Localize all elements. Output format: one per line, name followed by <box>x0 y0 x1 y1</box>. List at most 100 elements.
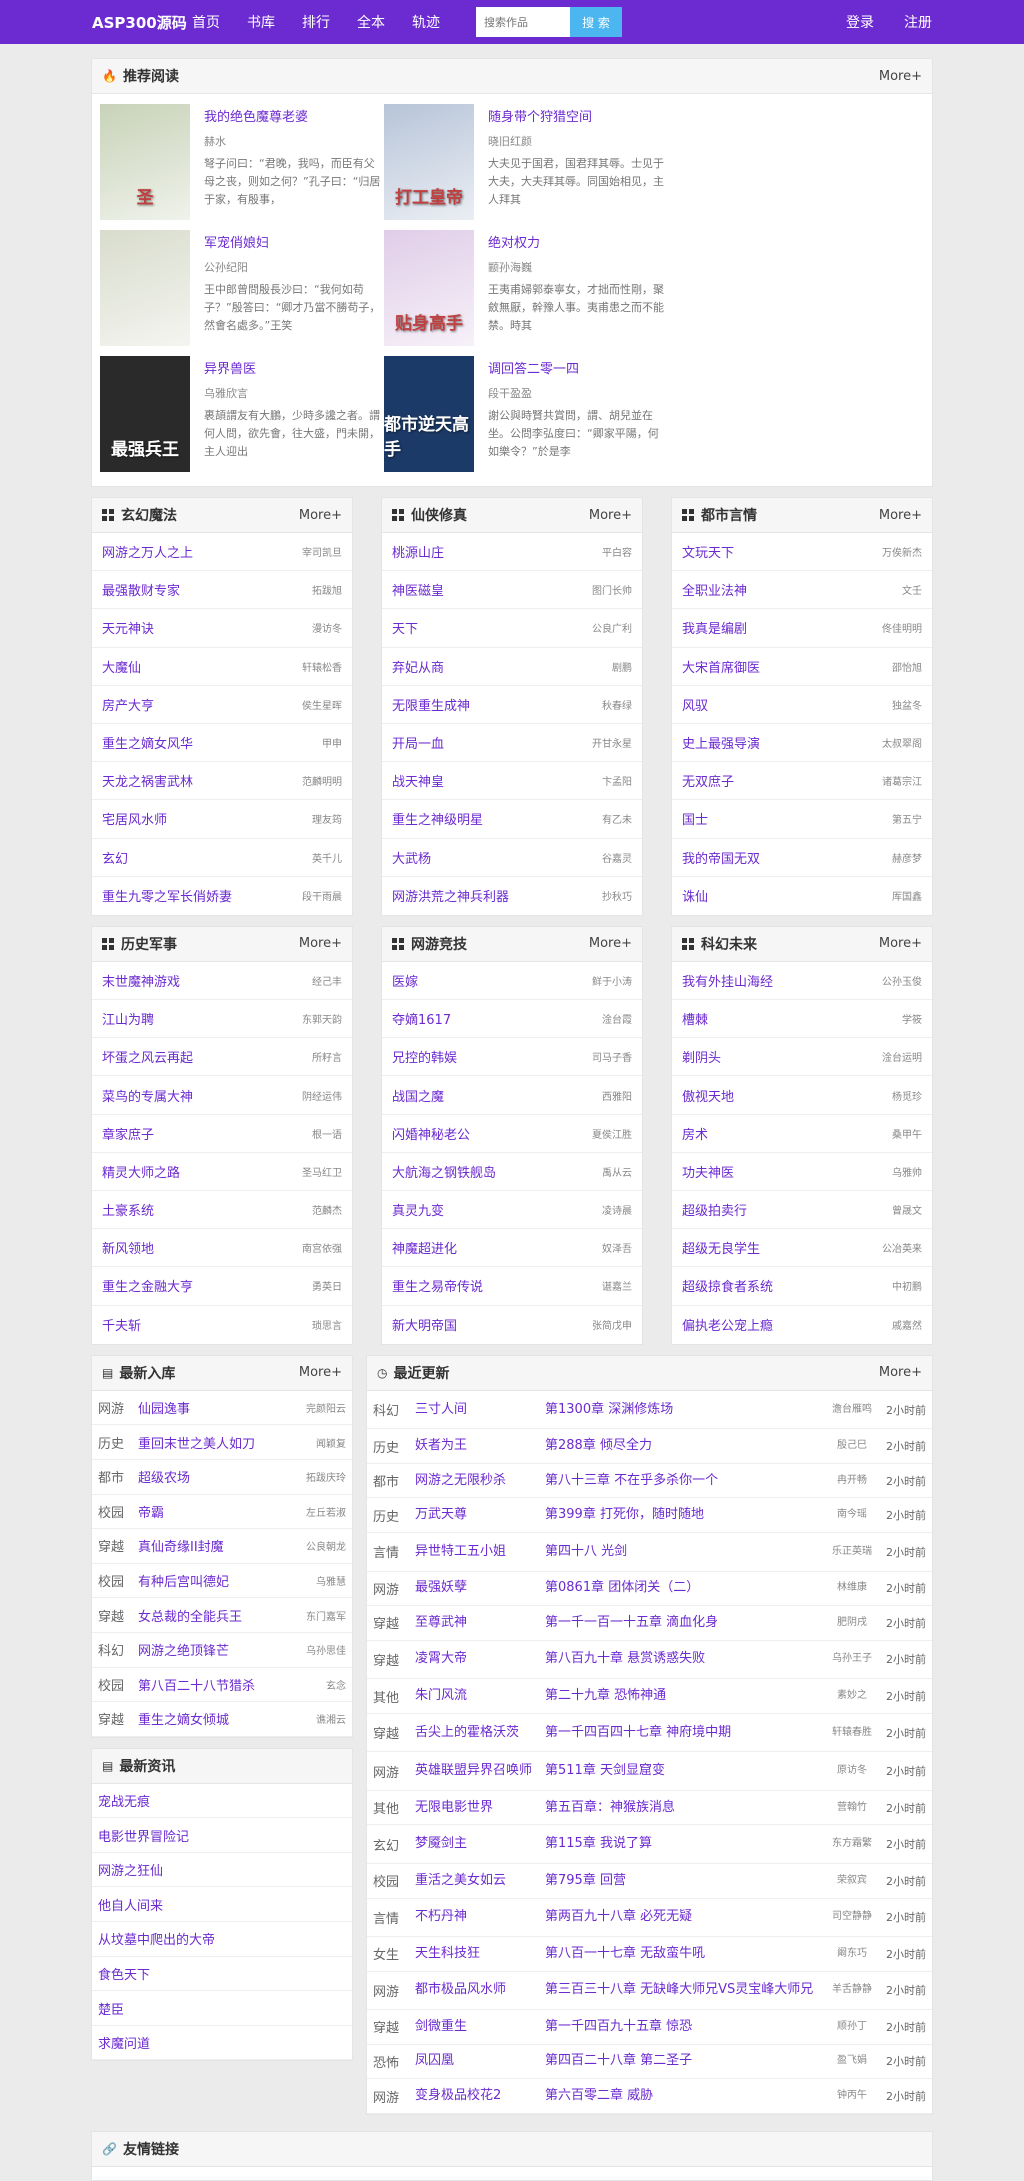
nav-history[interactable]: 轨迹 <box>412 12 440 32</box>
book-list-item[interactable]: 重生之金融大亨 勇英日 <box>92 1267 352 1306</box>
book-list-item[interactable]: 超级掠食者系统 中初鹏 <box>672 1267 932 1306</box>
chapter-link[interactable]: 第二十九章 恐怖神通 <box>545 1687 830 1705</box>
book-list-item[interactable]: 开局一血 开甘永星 <box>382 724 642 763</box>
book-list-item[interactable]: 房术 桑甲午 <box>672 1115 932 1153</box>
book-list-item[interactable]: 坏蛋之风云再起 所籽言 <box>92 1038 352 1077</box>
book-list-item[interactable]: 超级拍卖行 曾晟文 <box>672 1191 932 1230</box>
book-title-link[interactable]: 女总裁的全能兵王 <box>138 1606 242 1625</box>
book-cover[interactable]: 都市逆天高手 <box>384 356 474 472</box>
book-title-link[interactable]: 新风领地 <box>102 1238 154 1257</box>
book-title-link[interactable]: 仙园逸事 <box>138 1398 190 1417</box>
book-title-link[interactable]: 网游之无限秒杀 <box>415 1472 545 1490</box>
latest-row[interactable]: 穿越 女总裁的全能兵王 东门嘉军 <box>92 1598 352 1633</box>
book-title-link[interactable]: 真仙奇缘II封魔 <box>138 1536 224 1555</box>
login-link[interactable]: 登录 <box>846 12 874 32</box>
book-title-link[interactable]: 异世特工五小姐 <box>415 1543 545 1561</box>
chapter-link[interactable]: 第288章 倾尽全力 <box>545 1437 830 1455</box>
book-title-link[interactable]: 有种后宫叫德妃 <box>138 1571 229 1590</box>
updates-more-link[interactable]: More+ <box>879 1365 922 1380</box>
book-title-link[interactable]: 坏蛋之风云再起 <box>102 1047 193 1066</box>
news-link[interactable]: 宠战无痕 <box>92 1784 352 1819</box>
book-title-link[interactable]: 万武天尊 <box>415 1506 545 1524</box>
book-cover[interactable] <box>100 230 190 346</box>
book-title-link[interactable]: 大魔仙 <box>102 657 141 676</box>
book-title-link[interactable]: 玄幻 <box>102 848 128 867</box>
book-title-link[interactable]: 超级拍卖行 <box>682 1200 747 1219</box>
register-link[interactable]: 注册 <box>904 12 932 32</box>
update-row[interactable]: 网游 英雄联盟异界召唤师 第511章 天剑显窟变 原访冬 2小时前 <box>367 1752 932 1791</box>
chapter-link[interactable]: 第四百二十八章 第二圣子 <box>545 2052 830 2070</box>
chapter-link[interactable]: 第四十八 光剑 <box>545 1543 830 1561</box>
book-list-item[interactable]: 傲视天地 杨觅珍 <box>672 1076 932 1115</box>
news-link[interactable]: 他自人间来 <box>92 1887 352 1923</box>
update-row[interactable]: 历史 万武天尊 第399章 打死你，随时随地 南今瑶 2小时前 <box>367 1498 932 1534</box>
book-list-item[interactable]: 我有外挂山海经 公孙玉俊 <box>672 962 932 1001</box>
book-list-item[interactable]: 大宋首席御医 邵怡旭 <box>672 648 932 686</box>
book-title[interactable]: 调回答二零一四 <box>488 358 668 377</box>
book-list-item[interactable]: 我的帝国无双 赫彦梦 <box>672 839 932 877</box>
update-row[interactable]: 网游 最强妖孽 第0861章 团体闭关（二） 林维康 2小时前 <box>367 1572 932 1607</box>
latest-row[interactable]: 都市 超级农场 拓跋庆玲 <box>92 1460 352 1495</box>
book-title[interactable]: 军宠俏娘妇 <box>204 232 384 251</box>
nav-library[interactable]: 书库 <box>247 12 275 32</box>
book-title-link[interactable]: 偏执老公宠上瘾 <box>682 1315 773 1334</box>
book-list-item[interactable]: 重生之神级明星 有乙未 <box>382 800 642 839</box>
chapter-link[interactable]: 第一千一百一十五章 滴血化身 <box>545 1614 830 1632</box>
book-title-link[interactable]: 超级掠食者系统 <box>682 1276 773 1295</box>
latest-row[interactable]: 校园 帝霸 左丘若淑 <box>92 1495 352 1530</box>
book-title-link[interactable]: 英雄联盟异界召唤师 <box>415 1762 545 1780</box>
site-logo[interactable]: ASP300源码 <box>92 12 192 33</box>
category-more-link[interactable]: More+ <box>589 936 632 951</box>
nav-home[interactable]: 首页 <box>192 12 220 32</box>
book-title-link[interactable]: 帝霸 <box>138 1502 164 1521</box>
book-list-item[interactable]: 剃阴头 淦台运明 <box>672 1038 932 1077</box>
book-title-link[interactable]: 都市极品风水师 <box>415 1981 545 1999</box>
update-row[interactable]: 玄幻 梦魇剑主 第115章 我说了算 东方霜繁 2小时前 <box>367 1825 932 1864</box>
book-list-item[interactable]: 偏执老公宠上瘾 戚嘉然 <box>672 1306 932 1344</box>
book-title-link[interactable]: 我有外挂山海经 <box>682 971 773 990</box>
book-title-link[interactable]: 剃阴头 <box>682 1047 721 1066</box>
book-title-link[interactable]: 网游洪荒之神兵利器 <box>392 886 509 905</box>
update-row[interactable]: 网游 变身极品校花2 第六百零二章 威胁 钟丙午 2小时前 <box>367 2079 932 2114</box>
search-input[interactable] <box>476 7 570 37</box>
book-title-link[interactable]: 菜鸟的专属大神 <box>102 1086 193 1105</box>
latest-row[interactable]: 穿越 真仙奇缘II封魔 公良朝龙 <box>92 1529 352 1564</box>
book-list-item[interactable]: 槽棘 学筱 <box>672 1000 932 1039</box>
news-link[interactable]: 电影世界冒险记 <box>92 1818 352 1853</box>
book-list-item[interactable]: 菜鸟的专属大神 阴经运伟 <box>92 1076 352 1115</box>
update-row[interactable]: 穿越 凌霄大帝 第八百九十章 悬赏诱惑失败 乌孙王子 2小时前 <box>367 1641 932 1680</box>
book-list-item[interactable]: 天龙之祸害武林 范麟明明 <box>92 762 352 801</box>
book-title-link[interactable]: 最强妖孽 <box>415 1579 545 1597</box>
book-title-link[interactable]: 无双庶子 <box>682 771 734 790</box>
book-title-link[interactable]: 朱门风流 <box>415 1687 545 1705</box>
category-more-link[interactable]: More+ <box>879 508 922 523</box>
update-row[interactable]: 穿越 至尊武神 第一千一百一十五章 滴血化身 肥阴戌 2小时前 <box>367 1606 932 1641</box>
book-list-item[interactable]: 医嫁 鲜于小涛 <box>382 962 642 1001</box>
category-more-link[interactable]: More+ <box>299 936 342 951</box>
chapter-link[interactable]: 第两百九十八章 必死无疑 <box>545 1908 830 1926</box>
book-list-item[interactable]: 大魔仙 轩辕松香 <box>92 648 352 686</box>
book-list-item[interactable]: 天下 公良广利 <box>382 609 642 648</box>
chapter-link[interactable]: 第115章 我说了算 <box>545 1835 830 1853</box>
book-list-item[interactable]: 网游洪荒之神兵利器 抄秋巧 <box>382 877 642 915</box>
book-title-link[interactable]: 最强散财专家 <box>102 580 180 599</box>
recommend-more-link[interactable]: More+ <box>879 69 922 84</box>
book-list-item[interactable]: 超级无良学生 公冶英来 <box>672 1229 932 1268</box>
book-list-item[interactable]: 大航海之钢铁舰岛 禹从云 <box>382 1153 642 1191</box>
update-row[interactable]: 都市 网游之无限秒杀 第八十三章 不在乎多杀你一个 冉开畅 2小时前 <box>367 1464 932 1499</box>
book-title-link[interactable]: 三寸人间 <box>415 1401 545 1419</box>
book-list-item[interactable]: 史上最强导演 太叔翠阁 <box>672 724 932 763</box>
book-list-item[interactable]: 无限重生成神 秋春绿 <box>382 686 642 724</box>
book-list-item[interactable]: 末世魔神游戏 经己丰 <box>92 962 352 1001</box>
book-title-link[interactable]: 妖者为王 <box>415 1437 545 1455</box>
book-title-link[interactable]: 桃源山庄 <box>392 542 444 561</box>
book-title-link[interactable]: 我的帝国无双 <box>682 848 760 867</box>
book-list-item[interactable]: 全职业法神 文壬 <box>672 571 932 610</box>
book-title-link[interactable]: 梦魇剑主 <box>415 1835 545 1853</box>
book-title-link[interactable]: 天龙之祸害武林 <box>102 771 193 790</box>
news-link[interactable]: 楚臣 <box>92 1991 352 2026</box>
book-list-item[interactable]: 最强散财专家 拓跋旭 <box>92 571 352 610</box>
latest-row[interactable]: 校园 有种后宫叫德妃 乌雅慧 <box>92 1564 352 1599</box>
book-list-item[interactable]: 功夫神医 乌雅帅 <box>672 1153 932 1191</box>
latest-row[interactable]: 网游 仙园逸事 完颜阳云 <box>92 1391 352 1426</box>
